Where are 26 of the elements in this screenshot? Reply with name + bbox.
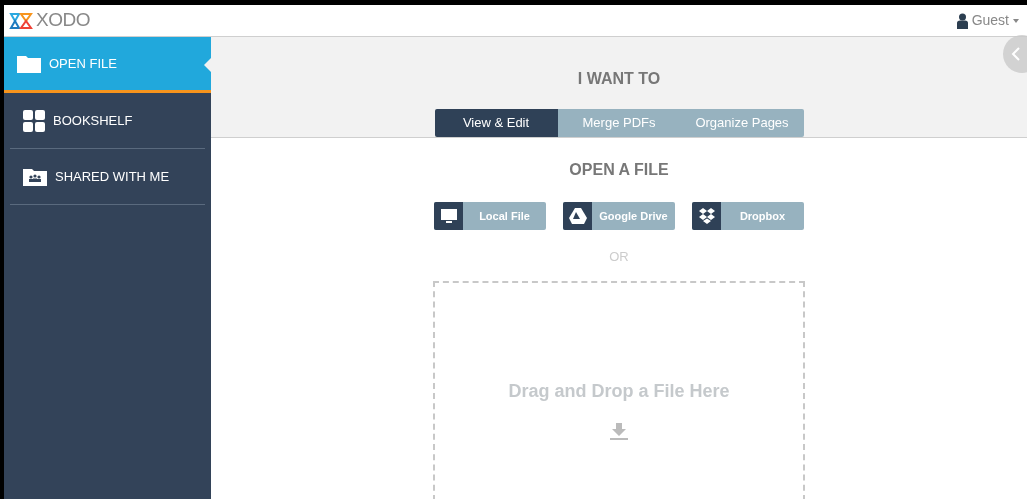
sidebar-item[interactable]: OPEN FILE <box>4 37 211 93</box>
grid-icon <box>23 109 45 132</box>
folder-icon <box>17 54 41 73</box>
monitor-icon <box>440 208 457 224</box>
mode-tab[interactable]: Merge PDFs <box>557 109 681 137</box>
dropbox-icon <box>697 207 716 225</box>
download-icon <box>610 422 628 441</box>
drive-icon <box>568 208 587 224</box>
sidebar-item[interactable]: BOOKSHELF <box>10 93 205 149</box>
mode-tab[interactable]: View & Edit <box>434 109 558 137</box>
chevron-left-icon <box>1011 46 1021 62</box>
section-title: I WANT TO <box>577 69 661 89</box>
user-icon <box>956 12 968 29</box>
source-button[interactable]: Local File <box>434 202 546 230</box>
user-menu[interactable]: Guest <box>956 10 1027 31</box>
mode-tab[interactable]: Organize Pages <box>680 109 804 137</box>
shared-folder-icon <box>23 167 47 186</box>
section-title: OPEN A FILE <box>569 160 669 180</box>
source-button[interactable]: Google Drive <box>563 202 675 230</box>
sidebar-item[interactable]: SHARED WITH ME <box>10 149 205 205</box>
logo-icon <box>9 10 33 31</box>
drop-zone[interactable]: Drag and Drop a File Here <box>433 280 805 499</box>
drop-zone-text: Drag and Drop a File Here <box>508 379 730 403</box>
logo-text: XODO <box>36 8 91 33</box>
source-button[interactable]: Dropbox <box>692 202 804 230</box>
caret-icon <box>1013 18 1019 23</box>
